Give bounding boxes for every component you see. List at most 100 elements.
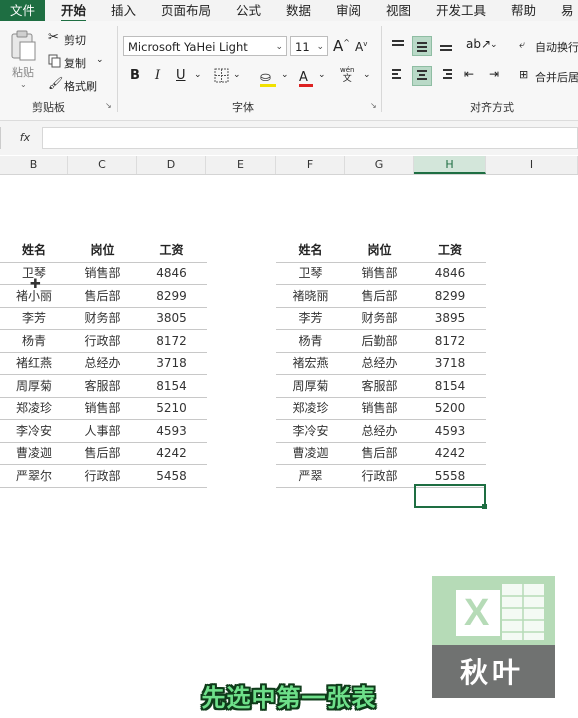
- table2-cell[interactable]: 8299: [414, 285, 486, 307]
- chevron-down-icon[interactable]: ⌄: [363, 70, 371, 80]
- decrease-indent-icon[interactable]: ⇤: [464, 67, 474, 81]
- column-header-i[interactable]: I: [486, 156, 578, 174]
- table1-header-salary[interactable]: 工资: [137, 239, 206, 261]
- paste-dropdown-icon[interactable]: ⌄: [20, 80, 27, 89]
- table1-cell[interactable]: 8172: [137, 330, 206, 352]
- table1-cell[interactable]: 3718: [137, 352, 206, 374]
- table1-cell[interactable]: 杨青: [0, 330, 68, 352]
- tab-accessibility[interactable]: 易用: [561, 0, 578, 39]
- phonetic-button[interactable]: wén 文: [340, 66, 354, 84]
- bold-button[interactable]: B: [130, 68, 140, 83]
- table1-cell[interactable]: 行政部: [68, 330, 137, 352]
- chevron-down-icon[interactable]: ⌄: [233, 70, 241, 80]
- underline-button[interactable]: U: [176, 68, 186, 83]
- tab-data[interactable]: 数据: [286, 0, 311, 21]
- column-header-g[interactable]: G: [345, 156, 414, 174]
- chevron-down-icon[interactable]: ⌄: [194, 70, 202, 80]
- table2-cell[interactable]: 8172: [414, 330, 486, 352]
- align-middle-button[interactable]: [412, 36, 432, 56]
- table1-cell[interactable]: 8299: [137, 285, 206, 307]
- table1-cell[interactable]: 人事部: [68, 420, 137, 442]
- table2-cell[interactable]: 4242: [414, 442, 486, 464]
- table2-cell[interactable]: 李冷安: [276, 420, 345, 442]
- tab-page-layout[interactable]: 页面布局: [161, 0, 211, 21]
- table1-cell[interactable]: 4242: [137, 442, 206, 464]
- increase-indent-icon[interactable]: ⇥: [489, 67, 499, 81]
- table2-cell[interactable]: 8154: [414, 375, 486, 397]
- font-size-select[interactable]: 11 ⌄: [290, 36, 328, 56]
- fx-button[interactable]: fx: [10, 128, 40, 148]
- paste-button[interactable]: 粘贴 ⌄: [6, 30, 40, 90]
- table2-cell[interactable]: 郑凌珍: [276, 397, 345, 419]
- table1-cell[interactable]: 郑凌珍: [0, 397, 68, 419]
- column-header-f[interactable]: F: [276, 156, 345, 174]
- column-header-d[interactable]: D: [137, 156, 206, 174]
- table2-cell[interactable]: 行政部: [345, 465, 414, 487]
- table2-cell[interactable]: 售后部: [345, 442, 414, 464]
- tab-review[interactable]: 审阅: [336, 0, 361, 21]
- table2-header-salary[interactable]: 工资: [414, 239, 486, 261]
- copy-button[interactable]: 复制 ⌄: [48, 53, 108, 71]
- table2-cell[interactable]: 后勤部: [345, 330, 414, 352]
- table2-cell[interactable]: 4846: [414, 262, 486, 284]
- italic-button[interactable]: I: [155, 68, 160, 83]
- table1-cell[interactable]: 销售部: [68, 262, 137, 284]
- table2-cell[interactable]: 财务部: [345, 307, 414, 329]
- table1-cell[interactable]: 总经办: [68, 352, 137, 374]
- table2-cell[interactable]: 客服部: [345, 375, 414, 397]
- table2-cell[interactable]: 卫琴: [276, 262, 345, 284]
- tab-help[interactable]: 帮助: [511, 0, 536, 21]
- table2-cell[interactable]: 4593: [414, 420, 486, 442]
- table1-cell[interactable]: 销售部: [68, 397, 137, 419]
- align-right-button[interactable]: [436, 66, 456, 86]
- table1-cell[interactable]: 严翠尔: [0, 465, 68, 487]
- table1-cell[interactable]: 售后部: [68, 442, 137, 464]
- table2-cell[interactable]: 褚宏燕: [276, 352, 345, 374]
- table1-cell[interactable]: 4593: [137, 420, 206, 442]
- tab-formulas[interactable]: 公式: [236, 0, 261, 21]
- table2-cell[interactable]: 严翠: [276, 465, 345, 487]
- column-header-h[interactable]: H: [414, 156, 486, 174]
- format-painter-button[interactable]: 🖌 格式刷: [48, 76, 108, 94]
- table2-cell[interactable]: 杨青: [276, 330, 345, 352]
- chevron-down-icon[interactable]: ⌄: [490, 40, 498, 50]
- table2-cell[interactable]: 销售部: [345, 262, 414, 284]
- tab-insert[interactable]: 插入: [111, 0, 136, 21]
- table1-cell[interactable]: 周厚菊: [0, 375, 68, 397]
- table2-cell[interactable]: 总经办: [345, 352, 414, 374]
- table2-cell[interactable]: 销售部: [345, 397, 414, 419]
- column-header-b[interactable]: B: [0, 156, 68, 174]
- align-bottom-button[interactable]: [436, 36, 456, 56]
- table1-cell[interactable]: 曹凌迦: [0, 442, 68, 464]
- table2-header-name[interactable]: 姓名: [276, 239, 345, 261]
- merge-center-button[interactable]: ⊞ 合并后居: [519, 68, 578, 84]
- table2-cell[interactable]: 周厚菊: [276, 375, 345, 397]
- column-header-e[interactable]: E: [206, 156, 276, 174]
- align-left-button[interactable]: [388, 66, 408, 86]
- table1-cell[interactable]: 褚红燕: [0, 352, 68, 374]
- tab-view[interactable]: 视图: [386, 0, 411, 21]
- table1-cell[interactable]: 4846: [137, 262, 206, 284]
- table1-cell[interactable]: 3805: [137, 307, 206, 329]
- font-color-button[interactable]: A: [299, 66, 313, 87]
- table2-cell[interactable]: 5200: [414, 397, 486, 419]
- tab-home[interactable]: 开始: [61, 0, 87, 22]
- table1-cell[interactable]: 李冷安: [0, 420, 68, 442]
- table1-cell[interactable]: 行政部: [68, 465, 137, 487]
- chevron-down-icon[interactable]: ⌄: [281, 70, 289, 80]
- table2-cell[interactable]: 3718: [414, 352, 486, 374]
- tab-file[interactable]: 文件: [0, 0, 46, 21]
- tab-developer[interactable]: 开发工具: [436, 0, 486, 21]
- borders-button[interactable]: [214, 68, 229, 87]
- chevron-down-icon[interactable]: ⌄: [96, 55, 104, 65]
- table1-cell[interactable]: 5210: [137, 397, 206, 419]
- align-center-button[interactable]: [412, 66, 432, 86]
- table2-cell[interactable]: 总经办: [345, 420, 414, 442]
- chevron-down-icon[interactable]: ⌄: [318, 70, 326, 80]
- wrap-text-button[interactable]: ⤶ 自动换行: [519, 38, 578, 54]
- decrease-font-button[interactable]: Av: [355, 40, 367, 54]
- table1-cell[interactable]: 财务部: [68, 307, 137, 329]
- orientation-icon[interactable]: ab↗: [466, 37, 491, 51]
- table2-header-position[interactable]: 岗位: [345, 239, 414, 261]
- table2-cell[interactable]: 李芳: [276, 307, 345, 329]
